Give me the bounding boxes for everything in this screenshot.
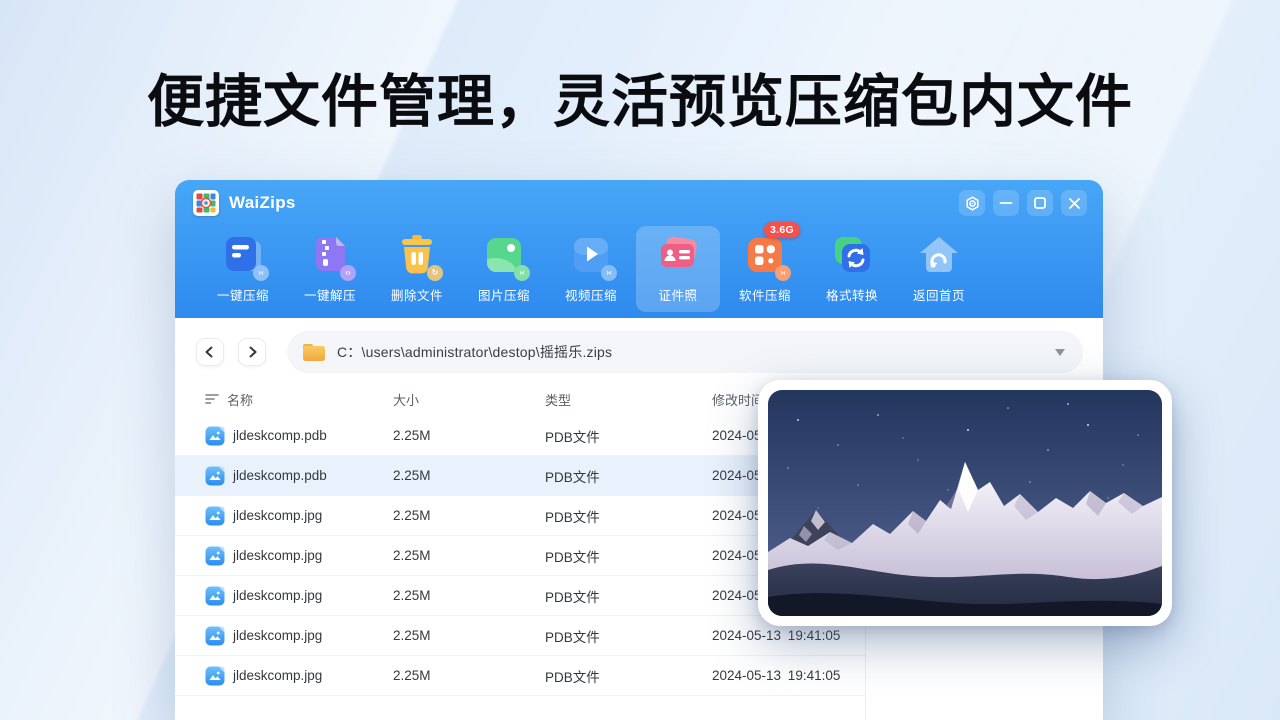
file-type: PDB文件 [545,666,712,686]
image-file-icon [205,586,225,606]
file-type: PDB文件 [545,546,712,566]
settings-gear-icon[interactable] [959,190,985,216]
toolbar-item-home[interactable]: 返回首页 [897,226,981,312]
toolbar-item-software-compress[interactable]: 3.6G ›‹ 软件压缩 [723,226,807,312]
current-path: C：\users\administrator\destop\摇摇乐.zips [337,342,612,362]
format-convert-icon [829,232,875,278]
app-logo-icon [193,190,219,216]
image-file-icon [205,426,225,446]
id-photo-icon [655,232,701,278]
column-header-type[interactable]: 类型 [545,390,712,409]
column-header-size[interactable]: 大小 [393,390,545,409]
compress-arrows-badge-icon: ›‹ [601,265,617,281]
forward-button[interactable] [238,338,266,366]
mountain-photo-preview [768,390,1162,616]
file-modified: 2024-05-13 19:41:05 [712,628,865,643]
image-file-icon [205,626,225,646]
file-type: PDB文件 [545,586,712,606]
image-file-icon [205,666,225,686]
file-size: 2.25M [393,668,545,683]
navigation-bar: C：\users\administrator\destop\摇摇乐.zips [175,318,1103,373]
one-click-compress-icon: ›‹ [220,232,266,278]
file-modified: 2024-05-13 19:41:05 [712,668,865,683]
file-name: jldeskcomp.jpg [233,508,322,523]
home-icon [916,232,962,278]
extract-arrows-badge-icon: ‹› [340,265,356,281]
file-size: 2.25M [393,588,545,603]
file-type: PDB文件 [545,506,712,526]
file-name: jldeskcomp.jpg [233,668,322,683]
image-file-icon [205,506,225,526]
file-name: jldeskcomp.jpg [233,588,322,603]
image-compress-icon: ›‹ [481,232,527,278]
file-size: 2.25M [393,628,545,643]
close-icon[interactable] [1061,190,1087,216]
image-preview-popup[interactable] [758,380,1172,626]
toolbar-item-image-compress[interactable]: ›‹ 图片压缩 [462,226,546,312]
image-file-icon [205,546,225,566]
toolbar-item-video-compress[interactable]: ›‹ 视频压缩 [549,226,633,312]
titlebar: WaiZips [175,180,1103,226]
file-type: PDB文件 [545,466,712,486]
toolbar-item-one-click-extract[interactable]: ‹› 一键解压 [288,226,372,312]
software-compress-icon: 3.6G ›‹ [742,232,788,278]
delete-file-icon: ↻ [394,232,440,278]
image-file-icon [205,466,225,486]
toolbar-item-delete-file[interactable]: ↻ 删除文件 [375,226,459,312]
compress-arrows-badge-icon: ›‹ [253,265,269,281]
file-name: jldeskcomp.pdb [233,428,327,443]
window-header: WaiZips [175,180,1103,318]
file-name: jldeskcomp.jpg [233,548,322,563]
column-header-name[interactable]: 名称 [205,390,393,409]
file-name: jldeskcomp.pdb [233,468,327,483]
refresh-badge-icon: ↻ [427,265,443,281]
page-title: 便捷文件管理，灵活预览压缩包内文件 [0,56,1280,138]
toolbar: ›‹ 一键压缩 ‹› [175,226,1103,312]
compress-arrows-badge-icon: ›‹ [775,265,791,281]
file-size: 2.25M [393,428,545,443]
one-click-extract-icon: ‹› [307,232,353,278]
table-row[interactable]: jldeskcomp.jpg 2.25M PDB文件 2024-05-13 19… [175,616,865,656]
compress-arrows-badge-icon: ›‹ [514,265,530,281]
toolbar-item-id-photo[interactable]: 证件照 [636,226,720,312]
sort-icon [205,393,219,405]
address-bar[interactable]: C：\users\administrator\destop\摇摇乐.zips [287,331,1083,373]
window-controls [959,190,1087,216]
file-type: PDB文件 [545,626,712,646]
file-size: 2.25M [393,468,545,483]
file-size: 2.25M [393,548,545,563]
table-row[interactable]: jldeskcomp.jpg 2.25M PDB文件 2024-05-13 19… [175,656,865,696]
app-title: WaiZips [229,193,296,213]
file-type: PDB文件 [545,426,712,446]
size-badge: 3.6G [764,222,800,238]
chevron-down-icon[interactable] [1055,349,1065,356]
file-size: 2.25M [393,508,545,523]
file-name: jldeskcomp.jpg [233,628,322,643]
page: 便捷文件管理，灵活预览压缩包内文件 [0,0,1280,720]
minimize-icon[interactable] [993,190,1019,216]
toolbar-item-format-convert[interactable]: 格式转换 [810,226,894,312]
video-compress-icon: ›‹ [568,232,614,278]
maximize-icon[interactable] [1027,190,1053,216]
folder-icon [303,344,325,361]
toolbar-item-one-click-compress[interactable]: ›‹ 一键压缩 [201,226,285,312]
back-button[interactable] [196,338,224,366]
